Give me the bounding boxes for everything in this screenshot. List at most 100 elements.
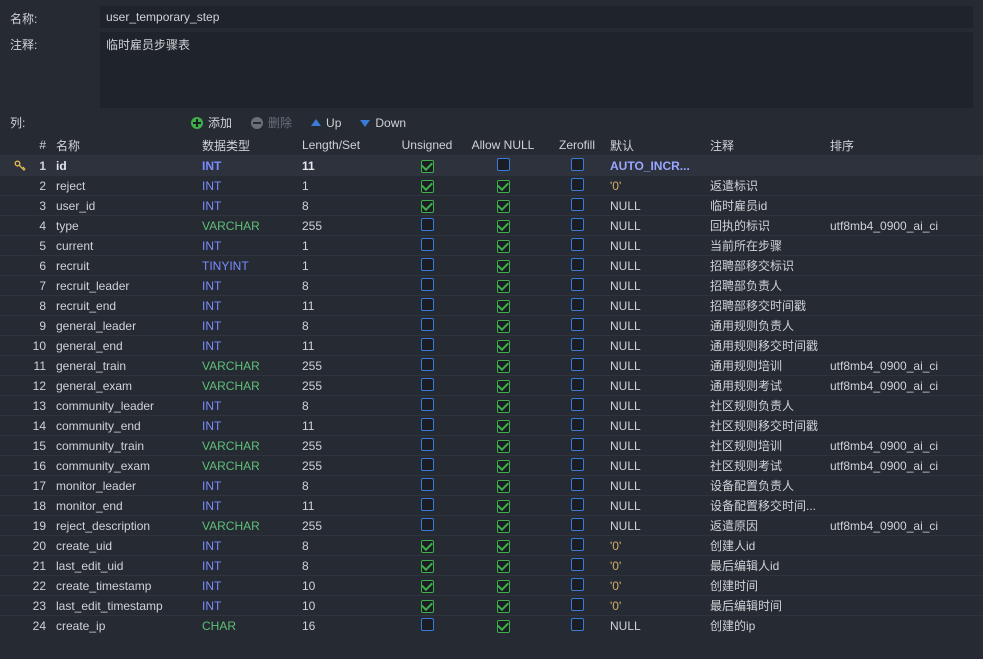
cell-comment[interactable]: 创建人id — [710, 537, 830, 554]
checkbox-icon[interactable] — [497, 600, 510, 613]
cell-unsigned[interactable] — [392, 258, 462, 274]
cell-unsigned[interactable] — [392, 199, 462, 213]
cell-comment[interactable]: 设备配置负责人 — [710, 477, 830, 494]
cell-length[interactable]: 10 — [302, 599, 392, 613]
cell-type[interactable]: VARCHAR — [202, 459, 302, 473]
cell-name[interactable]: monitor_leader — [52, 479, 202, 493]
cell-comment[interactable]: 设备配置移交时间... — [710, 497, 830, 514]
table-row[interactable]: 8recruit_endINT11NULL招聘部移交时间戳 — [0, 295, 983, 315]
checkbox-icon[interactable] — [571, 538, 584, 551]
cell-allownull[interactable] — [462, 499, 544, 513]
checkbox-icon[interactable] — [497, 260, 510, 273]
checkbox-icon[interactable] — [421, 600, 434, 613]
checkbox-icon[interactable] — [497, 380, 510, 393]
checkbox-icon[interactable] — [571, 158, 584, 171]
cell-name[interactable]: recruit — [52, 259, 202, 273]
cell-allownull[interactable] — [462, 619, 544, 633]
cell-allownull[interactable] — [462, 479, 544, 493]
table-row[interactable]: 7recruit_leaderINT8NULL招聘部负责人 — [0, 275, 983, 295]
cell-default[interactable]: NULL — [610, 279, 710, 293]
cell-name[interactable]: community_exam — [52, 459, 202, 473]
checkbox-icon[interactable] — [421, 518, 434, 531]
cell-type[interactable]: VARCHAR — [202, 219, 302, 233]
cell-name[interactable]: current — [52, 239, 202, 253]
checkbox-icon[interactable] — [421, 258, 434, 271]
cell-collation[interactable]: utf8mb4_0900_ai_ci — [830, 519, 983, 533]
cell-name[interactable]: general_leader — [52, 319, 202, 333]
cell-type[interactable]: INT — [202, 559, 302, 573]
cell-type[interactable]: INT — [202, 539, 302, 553]
cell-zerofill[interactable] — [544, 338, 610, 354]
cell-zerofill[interactable] — [544, 438, 610, 454]
checkbox-icon[interactable] — [571, 318, 584, 331]
checkbox-icon[interactable] — [497, 420, 510, 433]
checkbox-icon[interactable] — [421, 160, 434, 173]
cell-type[interactable]: INT — [202, 499, 302, 513]
checkbox-icon[interactable] — [421, 338, 434, 351]
table-row[interactable]: 12general_examVARCHAR255NULL通用规则考试utf8mb… — [0, 375, 983, 395]
checkbox-icon[interactable] — [497, 480, 510, 493]
cell-default[interactable]: '0' — [610, 579, 710, 593]
cell-comment[interactable]: 招聘部负责人 — [710, 277, 830, 294]
cell-type[interactable]: VARCHAR — [202, 359, 302, 373]
checkbox-icon[interactable] — [497, 158, 510, 171]
cell-type[interactable]: INT — [202, 239, 302, 253]
checkbox-icon[interactable] — [421, 438, 434, 451]
cell-name[interactable]: recruit_leader — [52, 279, 202, 293]
cell-name[interactable]: last_edit_uid — [52, 559, 202, 573]
checkbox-icon[interactable] — [497, 180, 510, 193]
hdr-allownull[interactable]: Allow NULL — [462, 138, 544, 152]
cell-allownull[interactable] — [462, 579, 544, 593]
cell-zerofill[interactable] — [544, 398, 610, 414]
cell-type[interactable]: INT — [202, 599, 302, 613]
cell-name[interactable]: user_id — [52, 199, 202, 213]
cell-zerofill[interactable] — [544, 178, 610, 194]
checkbox-icon[interactable] — [571, 518, 584, 531]
table-row[interactable]: 15community_trainVARCHAR255NULL社区规则培训utf… — [0, 435, 983, 455]
cell-comment[interactable]: 招聘部移交时间戳 — [710, 297, 830, 314]
cell-length[interactable]: 1 — [302, 239, 392, 253]
cell-comment[interactable]: 回执的标识 — [710, 217, 830, 234]
table-comment-input[interactable] — [100, 32, 973, 108]
cell-allownull[interactable] — [462, 519, 544, 533]
checkbox-icon[interactable] — [421, 418, 434, 431]
cell-zerofill[interactable] — [544, 278, 610, 294]
cell-zerofill[interactable] — [544, 238, 610, 254]
checkbox-icon[interactable] — [571, 198, 584, 211]
cell-length[interactable]: 255 — [302, 519, 392, 533]
checkbox-icon[interactable] — [421, 218, 434, 231]
cell-unsigned[interactable] — [392, 278, 462, 294]
cell-allownull[interactable] — [462, 199, 544, 213]
table-row[interactable]: 2rejectINT1'0'返遣标识 — [0, 175, 983, 195]
checkbox-icon[interactable] — [421, 618, 434, 631]
checkbox-icon[interactable] — [497, 340, 510, 353]
cell-unsigned[interactable] — [392, 599, 462, 613]
checkbox-icon[interactable] — [571, 618, 584, 631]
cell-default[interactable]: NULL — [610, 499, 710, 513]
cell-collation[interactable]: utf8mb4_0900_ai_ci — [830, 439, 983, 453]
columns-grid[interactable]: # 名称 数据类型 Length/Set Unsigned Allow NULL… — [0, 135, 983, 635]
table-row[interactable]: 11general_trainVARCHAR255NULL通用规则培训utf8m… — [0, 355, 983, 375]
cell-length[interactable]: 255 — [302, 379, 392, 393]
table-row[interactable]: 4typeVARCHAR255NULL回执的标识utf8mb4_0900_ai_… — [0, 215, 983, 235]
cell-length[interactable]: 11 — [302, 499, 392, 513]
cell-type[interactable]: INT — [202, 159, 302, 173]
cell-collation[interactable]: utf8mb4_0900_ai_ci — [830, 379, 983, 393]
cell-type[interactable]: INT — [202, 319, 302, 333]
table-row[interactable]: 23last_edit_timestampINT10'0'最后编辑时间 — [0, 595, 983, 615]
hdr-num[interactable]: # — [30, 138, 52, 152]
cell-length[interactable]: 255 — [302, 459, 392, 473]
cell-zerofill[interactable] — [544, 378, 610, 394]
cell-type[interactable]: VARCHAR — [202, 439, 302, 453]
cell-length[interactable]: 8 — [302, 199, 392, 213]
cell-comment[interactable]: 创建时间 — [710, 577, 830, 594]
cell-zerofill[interactable] — [544, 158, 610, 174]
move-down-button[interactable]: Down — [359, 116, 406, 130]
checkbox-icon[interactable] — [497, 460, 510, 473]
cell-default[interactable]: NULL — [610, 439, 710, 453]
cell-allownull[interactable] — [462, 259, 544, 273]
cell-unsigned[interactable] — [392, 318, 462, 334]
checkbox-icon[interactable] — [497, 360, 510, 373]
cell-comment[interactable]: 当前所在步骤 — [710, 237, 830, 254]
cell-allownull[interactable] — [462, 379, 544, 393]
